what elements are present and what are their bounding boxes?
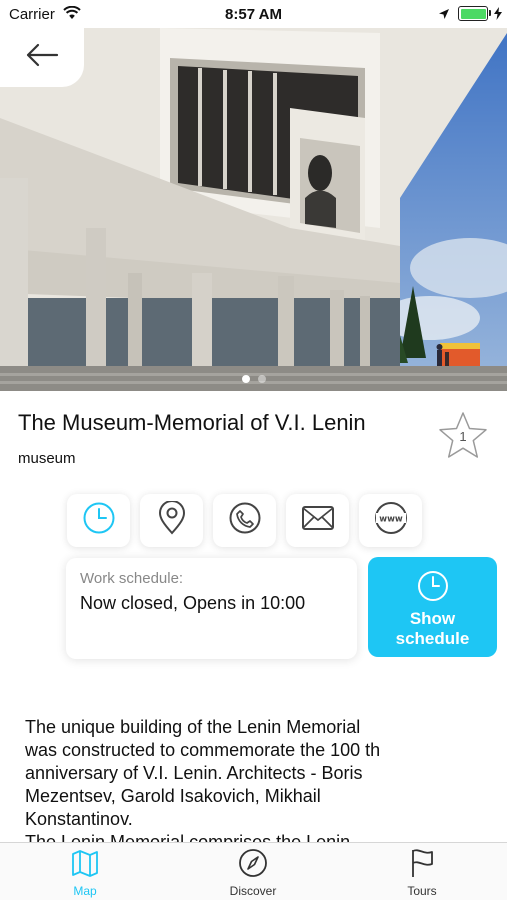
website-button[interactable]: www bbox=[359, 494, 422, 547]
place-photo[interactable] bbox=[0, 28, 507, 391]
clock-icon bbox=[82, 501, 116, 540]
gallery-pager[interactable] bbox=[0, 375, 507, 383]
show-schedule-button[interactable]: Show schedule bbox=[368, 557, 497, 657]
schedule-status: Now closed, Opens in 10:00 bbox=[80, 593, 306, 613]
battery-icon bbox=[458, 6, 488, 21]
call-button[interactable] bbox=[213, 494, 276, 547]
location-arrow-icon bbox=[438, 7, 450, 25]
schedule-label: Work schedule: bbox=[80, 570, 184, 587]
battery-tip bbox=[489, 10, 491, 16]
place-category: museum bbox=[18, 450, 76, 467]
clock-time: 8:57 AM bbox=[225, 6, 282, 23]
place-title: The Museum-Memorial of V.I. Lenin bbox=[18, 410, 366, 435]
place-description: The unique building of the Lenin Memoria… bbox=[25, 717, 381, 844]
star-icon bbox=[437, 412, 489, 466]
back-button[interactable] bbox=[0, 28, 84, 87]
map-pin-icon bbox=[157, 500, 187, 540]
svg-text:www: www bbox=[379, 515, 403, 525]
tab-tours-label: Tours bbox=[407, 884, 437, 898]
envelope-icon bbox=[301, 505, 335, 536]
show-schedule-label: Show schedule bbox=[395, 609, 470, 648]
pager-dot-active[interactable] bbox=[241, 375, 250, 383]
www-icon: www bbox=[373, 500, 409, 541]
work-schedule-button[interactable] bbox=[67, 494, 130, 547]
tab-tours[interactable]: Tours bbox=[372, 848, 472, 898]
charging-bolt-icon bbox=[494, 7, 502, 25]
favorite-button[interactable]: 1 bbox=[437, 410, 489, 462]
status-bar: Carrier 8:57 AM bbox=[0, 0, 507, 28]
pager-dot[interactable] bbox=[257, 375, 266, 383]
flag-icon bbox=[408, 849, 436, 882]
phone-icon bbox=[228, 501, 262, 540]
tab-map[interactable]: Map bbox=[35, 848, 135, 898]
arrow-left-icon bbox=[25, 43, 59, 72]
compass-icon bbox=[238, 849, 268, 882]
email-button[interactable] bbox=[286, 494, 349, 547]
location-button[interactable] bbox=[140, 494, 203, 547]
favorite-count: 1 bbox=[459, 429, 467, 444]
tab-bar: Map Discover Tours bbox=[0, 842, 507, 900]
schedule-card: Work schedule: Now closed, Opens in 10:0… bbox=[66, 558, 357, 659]
action-buttons: www bbox=[67, 494, 422, 547]
tab-discover[interactable]: Discover bbox=[203, 848, 303, 898]
tab-map-label: Map bbox=[73, 884, 97, 898]
tab-discover-label: Discover bbox=[229, 884, 277, 898]
clock-icon bbox=[368, 570, 497, 607]
map-icon bbox=[71, 850, 99, 882]
